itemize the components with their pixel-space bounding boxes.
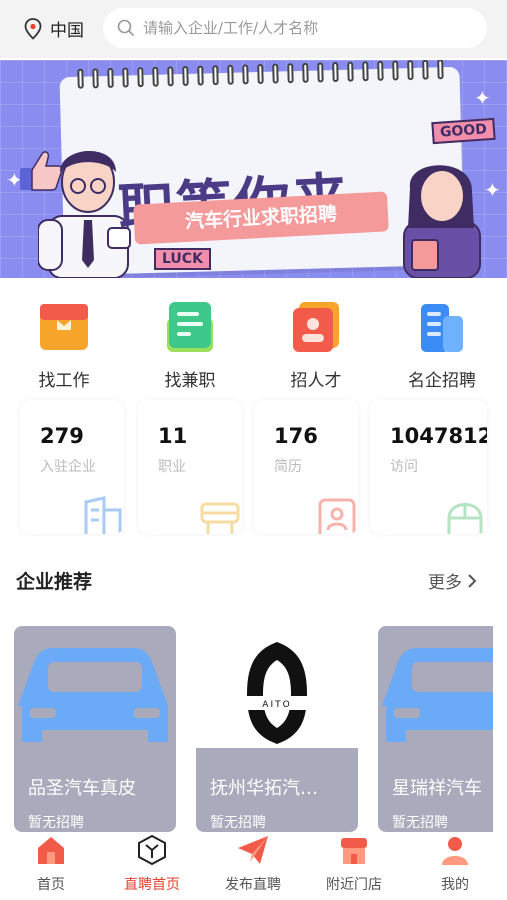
company-name: 星瑞祥汽车 [392,778,482,799]
nav-label: 我的 [441,877,469,893]
stat-companies: 279 入驻企业 [20,400,124,534]
shortcut-label: 招人才 [290,371,342,391]
nav-post-job[interactable]: 发布直聘 [213,834,293,894]
home-icon [38,837,64,864]
aito-logo: AITO [247,642,307,744]
shortcut-recruit[interactable]: 招人才 [256,300,376,391]
stat-value: 176 [274,424,318,448]
building-outline-icon [84,496,122,534]
shortcut-find-job[interactable]: 找工作 [4,300,124,391]
shortcut-label: 找工作 [38,371,90,391]
nav-nearby-stores[interactable]: 附近门店 [314,834,394,894]
shortcut-famous-companies[interactable]: 名企招聘 [382,300,502,391]
paper-plane-icon [238,836,268,864]
bottom-nav: 首页 直聘首页 发布直聘 附近门店 我的 [0,832,507,900]
building-icon [421,304,463,352]
briefcase-icon [40,304,88,350]
company-card[interactable]: AITO 抚州华拓汽… 暂无招聘 [196,626,358,832]
company-card[interactable]: 星瑞祥汽车 暂无招聘 [378,626,493,832]
chevron-right-icon [468,573,477,588]
more-label: 更多 [428,573,462,593]
document-icon [167,302,213,352]
user-icon [442,837,468,865]
search-input[interactable] [143,19,463,37]
company-name: 抚州华拓汽… [210,778,318,799]
company-status: 暂无招聘 [210,815,266,831]
stats-row: 279 入驻企业 11 职业 176 简历 1047812 访问 [20,400,487,534]
shortcut-label: 名企招聘 [408,371,476,391]
nav-profile[interactable]: 我的 [415,834,495,894]
shortcut-grid: 找工作 找兼职 招人才 名企招聘 [0,300,507,391]
store-icon [341,838,367,864]
stat-label: 职业 [158,459,186,475]
company-carousel[interactable]: 品圣汽车真皮 暂无招聘 AITO 抚州华拓汽… 暂无招聘 星瑞祥汽车 暂无招聘 [14,626,493,832]
search-bar[interactable] [103,8,487,48]
company-status: 暂无招聘 [392,815,448,831]
company-status: 暂无招聘 [28,815,84,831]
sparkle-icon: ✦ [474,86,491,110]
mouse-outline-icon [447,503,483,534]
nav-label: 直聘首页 [124,877,180,893]
stat-jobs: 11 职业 [138,400,242,534]
nav-label: 附近门店 [326,877,382,893]
nav-label: 发布直聘 [225,877,281,893]
more-link[interactable]: 更多 [428,568,478,593]
car-icon [18,648,168,742]
section-title: 企业推荐 [16,571,93,593]
location-pin-icon [24,17,42,40]
nav-label: 首页 [37,877,65,893]
search-icon [117,19,135,37]
resume-icon [293,302,339,352]
nav-home[interactable]: 首页 [11,834,91,894]
tag-luck: LUCK [154,248,211,270]
car-icon [382,648,493,742]
company-name: 品圣汽车真皮 [28,778,136,799]
stat-label: 简历 [274,459,302,475]
id-card-outline-icon [318,498,356,534]
stat-label: 入驻企业 [40,459,96,475]
stat-label: 访问 [390,459,418,475]
tag-good: GOOD [431,117,496,145]
stat-value: 1047812 [390,424,487,448]
stat-visits: 1047812 访问 [370,400,487,534]
woman-illustration [403,165,481,278]
company-card[interactable]: 品圣汽车真皮 暂无招聘 [14,626,176,832]
nav-direct-home[interactable]: 直聘首页 [112,834,192,894]
chair-outline-icon [200,502,240,534]
location-selector[interactable]: 中国 [24,16,84,41]
stat-resumes: 176 简历 [254,400,358,534]
shortcut-part-time[interactable]: 找兼职 [130,300,250,391]
hexagon-y-icon [138,834,166,866]
location-label: 中国 [50,21,84,41]
shortcut-label: 找兼职 [164,371,216,391]
aito-logo-text: AITO [262,700,291,710]
top-header: 中国 [0,0,507,58]
stat-value: 11 [158,424,188,448]
promo-banner[interactable]: ✦ ✦ ✦ ✦ 职等你来 汽车行业求职招聘 GOOD LUCK [0,60,507,278]
stat-value: 279 [40,424,84,448]
